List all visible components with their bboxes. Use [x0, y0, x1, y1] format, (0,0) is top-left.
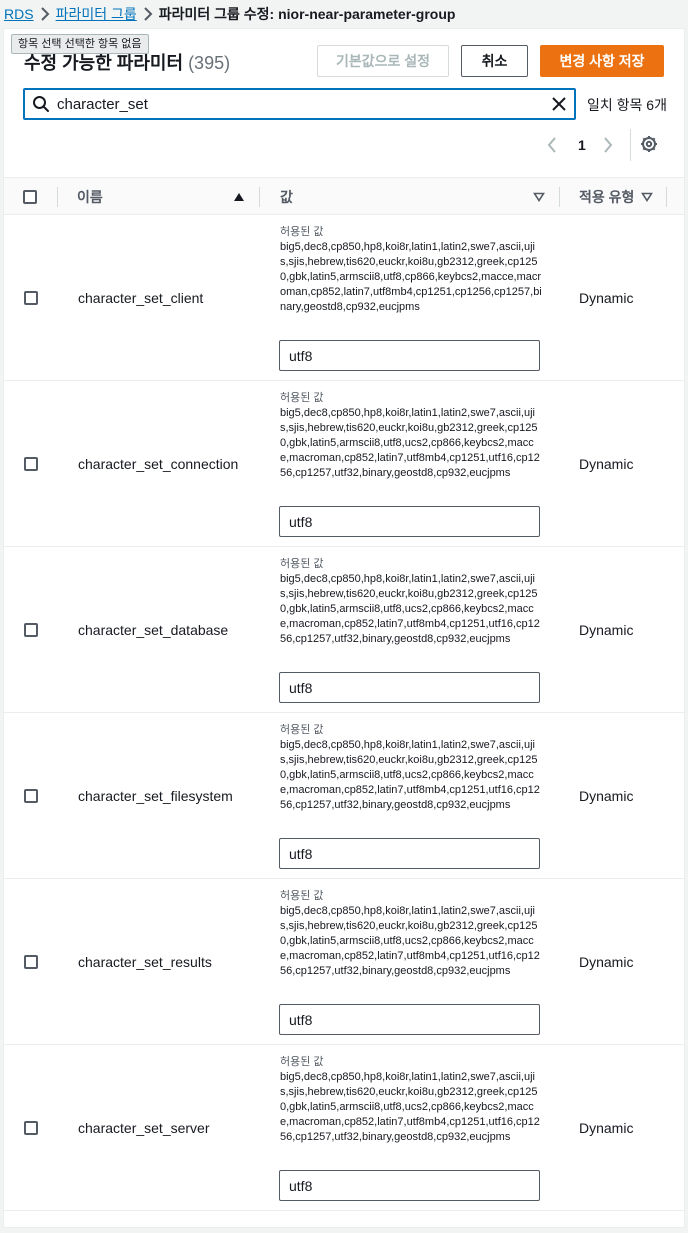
- sort-icon[interactable]: [533, 178, 545, 216]
- value-input[interactable]: utf8: [279, 1004, 540, 1035]
- value-input[interactable]: utf8: [279, 838, 540, 869]
- allowed-values-label: 허용된 값: [280, 1056, 324, 1068]
- parameter-name: character_set_client: [78, 289, 204, 306]
- divider: [559, 187, 560, 207]
- table-row: character_set_client 허용된 값 big5,dec8,cp8…: [4, 215, 684, 381]
- breadcrumb-current: 파라미터 그룹 수정: nior-near-parameter-group: [158, 6, 456, 22]
- allowed-values-label: 허용된 값: [280, 558, 324, 570]
- row-checkbox[interactable]: [24, 713, 38, 878]
- chevron-right-icon: [137, 7, 159, 21]
- allowed-values-text: big5,dec8,cp850,hp8,koi8r,latin1,latin2,…: [280, 407, 540, 479]
- breadcrumb-link-parameter-groups[interactable]: 파라미터 그룹: [56, 4, 137, 24]
- column-header-name[interactable]: 이름: [77, 178, 103, 216]
- parameter-name: character_set_filesystem: [78, 787, 233, 804]
- value-input[interactable]: utf8: [279, 672, 540, 703]
- allowed-values-label: 허용된 값: [280, 724, 324, 736]
- parameter-count: (395): [188, 53, 231, 73]
- search-input[interactable]: character_set: [57, 96, 544, 113]
- checkbox[interactable]: [24, 788, 38, 803]
- table-row: character_set_connection 허용된 값 big5,dec8…: [4, 381, 684, 547]
- apply-type: Dynamic: [579, 787, 634, 804]
- match-count: 일치 항목 6개: [587, 97, 667, 113]
- sort-icon[interactable]: [641, 178, 653, 216]
- parameter-name: character_set_connection: [78, 455, 239, 472]
- clear-icon[interactable]: [544, 90, 574, 118]
- allowed-values-text: big5,dec8,cp850,hp8,koi8r,latin1,latin2,…: [280, 241, 542, 313]
- select-all-checkbox[interactable]: [23, 178, 37, 216]
- breadcrumb-link-rds[interactable]: RDS: [4, 6, 34, 22]
- allowed-values-text: big5,dec8,cp850,hp8,koi8r,latin1,latin2,…: [280, 573, 540, 645]
- divider: [666, 187, 667, 207]
- allowed-values: 허용된 값 big5,dec8,cp850,hp8,koi8r,latin1,l…: [280, 557, 542, 647]
- value-input[interactable]: utf8: [279, 340, 540, 371]
- search-field[interactable]: character_set: [23, 88, 576, 120]
- column-header-value[interactable]: 값: [280, 178, 293, 216]
- chevron-left-icon[interactable]: [547, 135, 557, 155]
- divider: [259, 187, 260, 207]
- allowed-values: 허용된 값 big5,dec8,cp850,hp8,koi8r,latin1,l…: [280, 1055, 542, 1145]
- allowed-values-label: 허용된 값: [280, 392, 324, 404]
- gear-icon[interactable]: [640, 135, 658, 156]
- chevron-right-icon[interactable]: [603, 135, 613, 155]
- allowed-values: 허용된 값 big5,dec8,cp850,hp8,koi8r,latin1,l…: [280, 391, 542, 481]
- table-row: character_set_database 허용된 값 big5,dec8,c…: [4, 547, 684, 713]
- value-input[interactable]: utf8: [279, 1170, 540, 1201]
- chevron-right-icon: [34, 7, 56, 21]
- row-checkbox[interactable]: [24, 547, 38, 712]
- parameter-name: character_set_results: [78, 953, 212, 970]
- apply-type: Dynamic: [579, 455, 634, 472]
- checkbox[interactable]: [24, 1120, 38, 1135]
- page-number[interactable]: 1: [578, 135, 586, 155]
- column-header-apply-type[interactable]: 적용 유형: [579, 178, 634, 216]
- cancel-button[interactable]: 취소: [461, 45, 528, 77]
- allowed-values: 허용된 값 big5,dec8,cp850,hp8,koi8r,latin1,l…: [280, 723, 542, 813]
- search-icon: [25, 90, 57, 118]
- allowed-values: 허용된 값 big5,dec8,cp850,hp8,koi8r,latin1,l…: [280, 225, 542, 315]
- table-header: 이름 값 적용 유형: [4, 177, 684, 215]
- checkbox[interactable]: [24, 290, 38, 305]
- parameter-name: character_set_server: [78, 1119, 210, 1136]
- parameters-panel: 수정 가능한 파라미터 (395) 기본값으로 설정 취소 변경 사항 저장 c…: [3, 28, 685, 1228]
- allowed-values-label: 허용된 값: [280, 890, 324, 902]
- divider: [57, 187, 58, 207]
- allowed-values-text: big5,dec8,cp850,hp8,koi8r,latin1,latin2,…: [280, 905, 540, 977]
- allowed-values-text: big5,dec8,cp850,hp8,koi8r,latin1,latin2,…: [280, 1071, 540, 1143]
- selection-tooltip: 항목 선택 선택한 항목 없음: [11, 34, 149, 54]
- reset-default-button[interactable]: 기본값으로 설정: [317, 45, 449, 77]
- sort-ascending-icon[interactable]: [233, 178, 245, 216]
- checkbox[interactable]: [24, 622, 38, 637]
- row-checkbox[interactable]: [24, 879, 38, 1044]
- breadcrumb: RDS 파라미터 그룹 파라미터 그룹 수정: nior-near-parame…: [4, 4, 455, 24]
- table-row: character_set_results 허용된 값 big5,dec8,cp…: [4, 879, 684, 1045]
- save-changes-button[interactable]: 변경 사항 저장: [540, 45, 664, 77]
- title-text: 수정 가능한 파라미터: [24, 53, 184, 73]
- row-checkbox[interactable]: [24, 381, 38, 546]
- row-checkbox[interactable]: [24, 1045, 38, 1210]
- apply-type: Dynamic: [579, 953, 634, 970]
- table-row: character_set_filesystem 허용된 값 big5,dec8…: [4, 713, 684, 879]
- allowed-values: 허용된 값 big5,dec8,cp850,hp8,koi8r,latin1,l…: [280, 889, 542, 979]
- allowed-values-text: big5,dec8,cp850,hp8,koi8r,latin1,latin2,…: [280, 739, 540, 811]
- checkbox[interactable]: [23, 190, 37, 204]
- allowed-values-label: 허용된 값: [280, 226, 324, 238]
- checkbox[interactable]: [24, 456, 38, 471]
- apply-type: Dynamic: [579, 621, 634, 638]
- apply-type: Dynamic: [579, 289, 634, 306]
- parameter-name: character_set_database: [78, 621, 229, 638]
- value-input[interactable]: utf8: [279, 506, 540, 537]
- divider: [630, 129, 631, 161]
- apply-type: Dynamic: [579, 1119, 634, 1136]
- row-checkbox[interactable]: [24, 215, 38, 380]
- table-row: character_set_server 허용된 값 big5,dec8,cp8…: [4, 1045, 684, 1211]
- checkbox[interactable]: [24, 954, 38, 969]
